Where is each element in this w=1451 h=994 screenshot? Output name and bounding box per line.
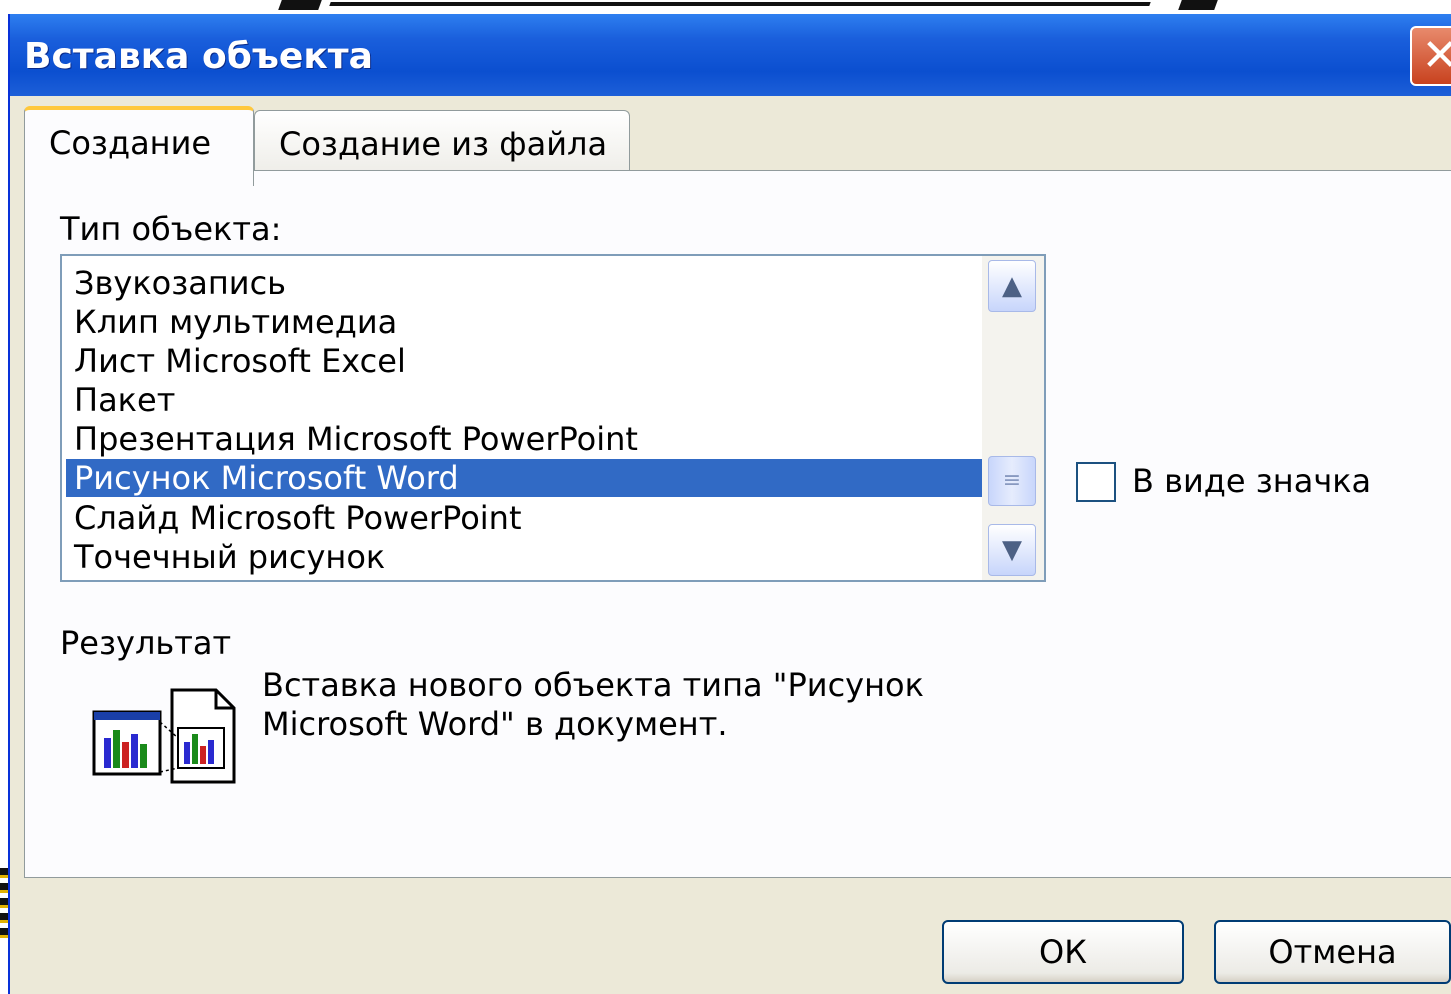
list-item-selected[interactable]: Рисунок Microsoft Word <box>65 458 987 498</box>
grip-icon: ≡ <box>1002 468 1022 493</box>
list-item[interactable]: Точечный рисунок <box>66 538 986 576</box>
list-item[interactable]: Презентация Microsoft PowerPoint <box>66 420 986 458</box>
list-item[interactable]: Слайд Microsoft PowerPoint <box>66 499 986 537</box>
list-item[interactable]: Звукозапись <box>66 264 986 302</box>
cancel-button-label: Отмена <box>1268 933 1397 971</box>
display-as-icon-checkbox[interactable] <box>1076 462 1116 502</box>
ok-button-label: ОК <box>1039 933 1087 971</box>
list-item[interactable]: Пакет <box>66 381 986 419</box>
display-as-icon-label[interactable]: В виде значка <box>1132 462 1371 500</box>
title-bar[interactable]: Вставка объекта ✕ <box>10 14 1451 96</box>
tab-create-from-file-label: Создание из файла <box>279 125 608 163</box>
object-type-label: Тип объекта: <box>60 210 282 248</box>
tab-create-new-label: Создание <box>49 124 212 162</box>
chevron-up-icon: ▲ <box>1002 271 1022 301</box>
result-description-line2: Microsoft Word" в документ. <box>262 705 728 743</box>
object-type-listbox[interactable]: Звукозапись Клип мультимедиа Лист Micros… <box>60 254 1046 582</box>
cancel-button[interactable]: Отмена <box>1214 920 1451 984</box>
list-item[interactable]: Клип мультимедиа <box>66 303 986 341</box>
embedded-object-icon <box>92 682 242 796</box>
list-item[interactable]: Лист Microsoft Excel <box>66 342 986 380</box>
ok-button[interactable]: ОК <box>942 920 1184 984</box>
close-button[interactable]: ✕ <box>1410 26 1451 86</box>
listbox-scrollbar[interactable]: ▲ ≡ ▼ <box>982 256 1044 580</box>
scroll-up-button[interactable]: ▲ <box>988 260 1036 312</box>
scroll-thumb[interactable]: ≡ <box>988 456 1036 506</box>
scroll-down-button[interactable]: ▼ <box>988 524 1036 576</box>
dialog-title: Вставка объекта <box>24 36 373 77</box>
chevron-down-icon: ▼ <box>1002 535 1022 565</box>
result-description-line1: Вставка нового объекта типа "Рисунок <box>262 666 924 704</box>
close-icon: ✕ <box>1421 30 1451 81</box>
result-heading: Результат <box>60 624 232 662</box>
tab-create-new[interactable]: Создание <box>24 106 254 186</box>
